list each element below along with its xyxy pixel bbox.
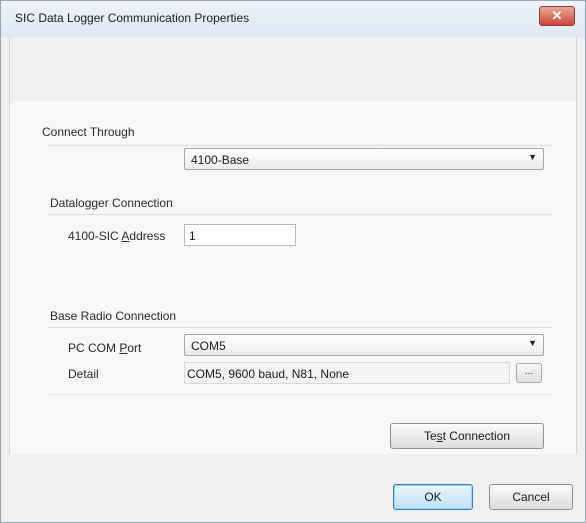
close-icon: ✕ — [551, 8, 563, 23]
connect-through-value: 4100-Base — [191, 153, 250, 167]
address-value: 1 — [189, 229, 196, 243]
separator — [48, 214, 552, 215]
window-title: SIC Data Logger Communication Properties — [15, 11, 250, 25]
detail-value: COM5, 9600 baud, N81, None — [187, 367, 350, 381]
properties-panel: Connect Through 4100-Base ▼ Datalogger C… — [9, 37, 577, 454]
header-area — [10, 37, 576, 102]
pc-com-port-select[interactable]: COM5 ▼ — [184, 334, 544, 356]
test-connection-button[interactable]: Test Connection — [390, 423, 544, 449]
dialog-window: SIC Data Logger Communication Properties… — [0, 0, 586, 523]
datalogger-connection-heading: Datalogger Connection — [50, 196, 173, 210]
separator — [48, 394, 552, 395]
content-area: Connect Through 4100-Base ▼ Datalogger C… — [10, 101, 576, 454]
separator — [48, 327, 552, 328]
separator — [48, 145, 552, 146]
base-radio-connection-heading: Base Radio Connection — [50, 309, 177, 323]
pc-com-port-label: PC COM Port — [68, 341, 142, 355]
ok-button[interactable]: OK — [393, 484, 473, 510]
detail-field: COM5, 9600 baud, N81, None — [184, 362, 510, 384]
connect-through-select[interactable]: 4100-Base ▼ — [184, 148, 544, 170]
title-bar[interactable]: SIC Data Logger Communication Properties… — [1, 1, 585, 37]
connect-through-heading: Connect Through — [42, 125, 135, 139]
cancel-button[interactable]: Cancel — [489, 484, 573, 510]
detail-browse-button[interactable]: ... — [516, 363, 542, 383]
address-label: 4100-SIC Address — [68, 229, 166, 243]
dropdown-arrow-icon: ▼ — [528, 338, 537, 348]
dropdown-arrow-icon: ▼ — [528, 152, 537, 162]
address-input[interactable]: 1 — [184, 224, 296, 246]
close-button[interactable]: ✕ — [539, 6, 575, 26]
pc-com-port-value: COM5 — [191, 339, 226, 353]
detail-label: Detail — [68, 367, 99, 381]
